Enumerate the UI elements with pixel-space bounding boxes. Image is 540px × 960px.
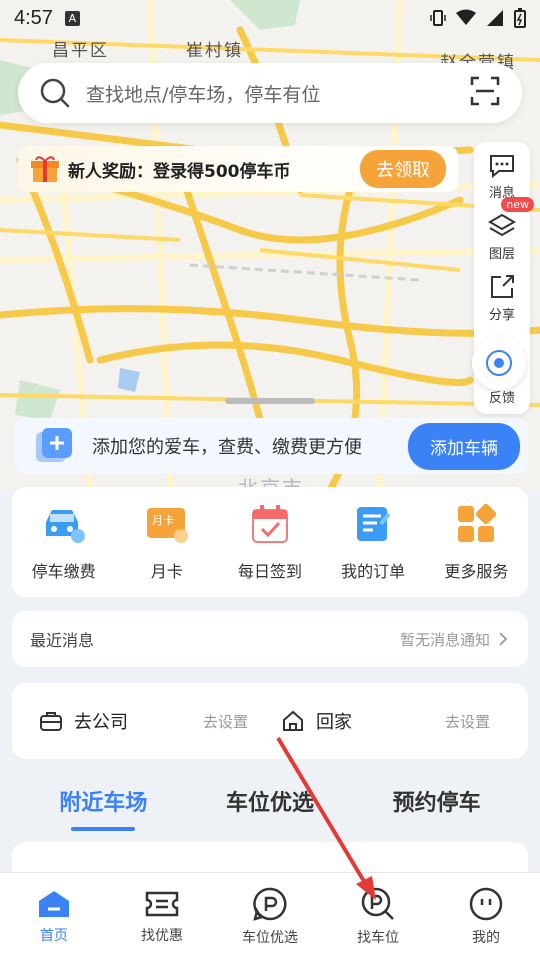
coupon-icon — [145, 891, 179, 916]
add-car-banner[interactable]: 添加您的爱车，查费、缴费更方便 添加车辆 — [14, 418, 528, 474]
quick-label: 我的订单 — [341, 562, 406, 581]
battery-icon — [514, 8, 526, 28]
quick-label: 月卡 — [150, 562, 183, 581]
nav-label: 我的 — [472, 929, 500, 946]
parking-pay-icon — [42, 502, 86, 546]
vibrate-icon — [430, 10, 446, 26]
recent-messages-status: 暂无消息通知 — [399, 630, 490, 649]
spot-select-icon — [253, 887, 287, 921]
nav-find-parking[interactable]: 找车位 — [328, 887, 428, 947]
toolbar-label: 反馈 — [488, 391, 515, 406]
add-car-icon — [36, 428, 72, 462]
share-icon — [490, 275, 514, 298]
locate-icon — [486, 350, 512, 376]
toolbar-share[interactable]: 分享 — [489, 274, 515, 323]
promo-claim-button[interactable]: 去领取 — [360, 150, 446, 188]
monthly-card-icon-text: 月卡 — [152, 514, 174, 527]
new-badge: new — [501, 197, 534, 212]
status-time: 4:57 — [14, 6, 53, 29]
promo-banner[interactable]: 新人奖励：登录得500停车币 去领取 — [18, 146, 458, 192]
quick-menu: 停车缴费 月卡 月卡 每日签到 我的订单 更多服务 — [12, 487, 528, 597]
quick-monthly-card[interactable]: 月卡 月卡 — [117, 502, 217, 582]
wifi-icon — [456, 9, 476, 25]
map-label: 昌平区 — [52, 41, 109, 61]
orders-icon — [351, 502, 395, 546]
shortcut-company[interactable]: 去公司 去设置 — [40, 708, 258, 734]
recent-messages-title: 最近消息 — [30, 631, 95, 650]
shortcut-name: 回家 — [316, 712, 352, 733]
tab-reserve-parking[interactable]: 预约停车 — [393, 785, 481, 825]
find-parking-icon — [361, 887, 394, 920]
tab-nearby-parking[interactable]: 附近车场 — [59, 785, 147, 825]
shortcut-set-link[interactable]: 去设置 — [445, 711, 490, 732]
shortcut-set-link[interactable]: 去设置 — [203, 711, 248, 732]
recent-messages[interactable]: 最近消息 暂无消息通知 — [12, 611, 528, 667]
add-car-button[interactable]: 添加车辆 — [408, 422, 520, 470]
profile-icon — [469, 887, 503, 920]
toolbar-messages[interactable]: 消息 — [489, 154, 515, 201]
search-icon — [40, 78, 70, 108]
search-bar[interactable]: 查找地点/停车场，停车有位 — [18, 63, 522, 123]
drag-handle[interactable] — [225, 398, 315, 404]
parking-tabs: 附近车场 车位优选 预约停车 — [0, 780, 540, 830]
quick-label: 更多服务 — [444, 562, 509, 581]
tab-spot-select[interactable]: 车位优选 — [226, 785, 314, 825]
home-nav-icon — [39, 890, 69, 917]
search-placeholder[interactable]: 查找地点/停车场，停车有位 — [86, 80, 320, 107]
nav-profile[interactable]: 我的 — [436, 887, 536, 947]
promo-text: 新人奖励：登录得500停车币 — [68, 161, 291, 182]
quick-more-services[interactable]: 更多服务 — [426, 502, 526, 582]
nav-home[interactable]: 首页 — [4, 889, 104, 945]
shortcut-destinations: 去公司 去设置 回家 去设置 — [12, 683, 528, 759]
chevron-right-icon — [499, 632, 508, 646]
layers-icon — [488, 213, 516, 237]
nav-spot-select[interactable]: 车位优选 — [220, 887, 320, 947]
monthly-card-icon: 月卡 — [145, 502, 189, 546]
signal-icon — [487, 10, 503, 26]
toolbar-label: 图层 — [488, 247, 515, 262]
status-bar: 4:57 A — [0, 0, 540, 36]
toolbar-label: 分享 — [488, 308, 515, 323]
quick-label: 停车缴费 — [31, 562, 96, 581]
nav-coupons[interactable]: 找优惠 — [112, 889, 212, 945]
notification-badge: A — [64, 10, 80, 26]
shortcut-home[interactable]: 回家 去设置 — [282, 708, 500, 734]
message-icon — [489, 155, 514, 178]
map-label: 崔村镇 — [186, 41, 243, 61]
quick-my-orders[interactable]: 我的订单 — [323, 502, 423, 582]
toolbar-layers[interactable]: new 图层 — [488, 197, 534, 262]
nav-label: 找车位 — [357, 929, 399, 946]
scan-icon[interactable] — [470, 76, 500, 110]
locate-button[interactable] — [472, 336, 526, 390]
home-icon — [283, 710, 303, 731]
quick-label: 每日签到 — [237, 562, 302, 581]
quick-parking-pay[interactable]: 停车缴费 — [14, 502, 114, 582]
shortcut-name: 去公司 — [74, 712, 128, 733]
more-services-icon — [454, 502, 498, 546]
gift-icon — [31, 156, 59, 182]
nav-label: 首页 — [40, 927, 68, 944]
daily-checkin-icon — [248, 502, 292, 546]
nav-label: 车位优选 — [242, 929, 298, 946]
quick-daily-checkin[interactable]: 每日签到 — [220, 502, 320, 582]
nav-label: 找优惠 — [141, 927, 183, 944]
bottom-nav: 首页 找优惠 车位优选 找车位 我的 — [0, 872, 540, 960]
add-car-text: 添加您的爱车，查费、缴费更方便 — [92, 437, 362, 458]
briefcase-icon — [40, 712, 62, 731]
